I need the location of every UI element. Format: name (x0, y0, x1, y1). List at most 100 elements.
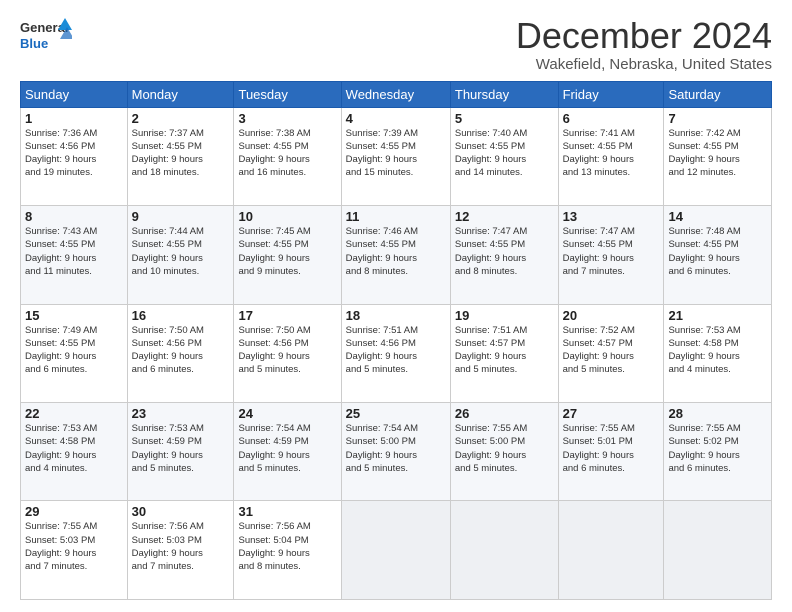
calendar-week-row: 8 Sunrise: 7:43 AMSunset: 4:55 PMDayligh… (21, 206, 772, 304)
logo: General Blue (20, 16, 72, 52)
calendar-week-row: 15 Sunrise: 7:49 AMSunset: 4:55 PMDaylig… (21, 304, 772, 402)
day-info: Sunrise: 7:38 AMSunset: 4:55 PMDaylight:… (238, 128, 310, 179)
day-info: Sunrise: 7:44 AMSunset: 4:55 PMDaylight:… (132, 226, 204, 277)
day-info: Sunrise: 7:36 AMSunset: 4:56 PMDaylight:… (25, 128, 97, 179)
day-info: Sunrise: 7:39 AMSunset: 4:55 PMDaylight:… (346, 128, 418, 179)
day-number: 24 (238, 406, 336, 421)
calendar-cell: 17 Sunrise: 7:50 AMSunset: 4:56 PMDaylig… (234, 304, 341, 402)
calendar-week-row: 22 Sunrise: 7:53 AMSunset: 4:58 PMDaylig… (21, 403, 772, 501)
day-number: 23 (132, 406, 230, 421)
calendar-cell: 23 Sunrise: 7:53 AMSunset: 4:59 PMDaylig… (127, 403, 234, 501)
day-number: 28 (668, 406, 767, 421)
calendar-cell: 16 Sunrise: 7:50 AMSunset: 4:56 PMDaylig… (127, 304, 234, 402)
calendar-header-day: Saturday (664, 81, 772, 107)
day-number: 12 (455, 209, 554, 224)
day-info: Sunrise: 7:40 AMSunset: 4:55 PMDaylight:… (455, 128, 527, 179)
calendar-body: 1 Sunrise: 7:36 AMSunset: 4:56 PMDayligh… (21, 107, 772, 599)
calendar-cell: 24 Sunrise: 7:54 AMSunset: 4:59 PMDaylig… (234, 403, 341, 501)
calendar-cell: 3 Sunrise: 7:38 AMSunset: 4:55 PMDayligh… (234, 107, 341, 205)
day-info: Sunrise: 7:37 AMSunset: 4:55 PMDaylight:… (132, 128, 204, 179)
calendar-cell (341, 501, 450, 600)
main-title: December 2024 (516, 16, 772, 56)
day-info: Sunrise: 7:53 AMSunset: 4:58 PMDaylight:… (25, 423, 97, 474)
day-number: 14 (668, 209, 767, 224)
calendar-cell: 20 Sunrise: 7:52 AMSunset: 4:57 PMDaylig… (558, 304, 664, 402)
day-number: 13 (563, 209, 660, 224)
calendar-cell: 9 Sunrise: 7:44 AMSunset: 4:55 PMDayligh… (127, 206, 234, 304)
day-info: Sunrise: 7:55 AMSunset: 5:00 PMDaylight:… (455, 423, 527, 474)
calendar-table: SundayMondayTuesdayWednesdayThursdayFrid… (20, 81, 772, 600)
day-number: 25 (346, 406, 446, 421)
calendar-cell: 15 Sunrise: 7:49 AMSunset: 4:55 PMDaylig… (21, 304, 128, 402)
calendar-cell: 31 Sunrise: 7:56 AMSunset: 5:04 PMDaylig… (234, 501, 341, 600)
day-info: Sunrise: 7:53 AMSunset: 4:59 PMDaylight:… (132, 423, 204, 474)
day-number: 11 (346, 209, 446, 224)
day-number: 26 (455, 406, 554, 421)
calendar-cell (664, 501, 772, 600)
calendar-cell: 6 Sunrise: 7:41 AMSunset: 4:55 PMDayligh… (558, 107, 664, 205)
day-number: 22 (25, 406, 123, 421)
day-number: 31 (238, 504, 336, 519)
calendar-week-row: 29 Sunrise: 7:55 AMSunset: 5:03 PMDaylig… (21, 501, 772, 600)
day-info: Sunrise: 7:55 AMSunset: 5:01 PMDaylight:… (563, 423, 635, 474)
day-number: 18 (346, 308, 446, 323)
calendar-cell: 26 Sunrise: 7:55 AMSunset: 5:00 PMDaylig… (450, 403, 558, 501)
day-info: Sunrise: 7:55 AMSunset: 5:02 PMDaylight:… (668, 423, 740, 474)
day-number: 1 (25, 111, 123, 126)
day-info: Sunrise: 7:41 AMSunset: 4:55 PMDaylight:… (563, 128, 635, 179)
day-info: Sunrise: 7:54 AMSunset: 5:00 PMDaylight:… (346, 423, 418, 474)
day-number: 20 (563, 308, 660, 323)
day-number: 6 (563, 111, 660, 126)
calendar-cell: 13 Sunrise: 7:47 AMSunset: 4:55 PMDaylig… (558, 206, 664, 304)
day-number: 10 (238, 209, 336, 224)
day-number: 17 (238, 308, 336, 323)
day-number: 7 (668, 111, 767, 126)
calendar-cell: 12 Sunrise: 7:47 AMSunset: 4:55 PMDaylig… (450, 206, 558, 304)
calendar-header-day: Monday (127, 81, 234, 107)
day-info: Sunrise: 7:52 AMSunset: 4:57 PMDaylight:… (563, 325, 635, 376)
calendar-cell: 7 Sunrise: 7:42 AMSunset: 4:55 PMDayligh… (664, 107, 772, 205)
calendar-header-day: Tuesday (234, 81, 341, 107)
day-number: 19 (455, 308, 554, 323)
calendar-week-row: 1 Sunrise: 7:36 AMSunset: 4:56 PMDayligh… (21, 107, 772, 205)
day-info: Sunrise: 7:50 AMSunset: 4:56 PMDaylight:… (238, 325, 310, 376)
day-number: 5 (455, 111, 554, 126)
day-info: Sunrise: 7:53 AMSunset: 4:58 PMDaylight:… (668, 325, 740, 376)
day-info: Sunrise: 7:50 AMSunset: 4:56 PMDaylight:… (132, 325, 204, 376)
day-number: 3 (238, 111, 336, 126)
day-info: Sunrise: 7:48 AMSunset: 4:55 PMDaylight:… (668, 226, 740, 277)
day-info: Sunrise: 7:46 AMSunset: 4:55 PMDaylight:… (346, 226, 418, 277)
day-info: Sunrise: 7:51 AMSunset: 4:56 PMDaylight:… (346, 325, 418, 376)
day-number: 16 (132, 308, 230, 323)
calendar-cell: 19 Sunrise: 7:51 AMSunset: 4:57 PMDaylig… (450, 304, 558, 402)
calendar-header-row: SundayMondayTuesdayWednesdayThursdayFrid… (21, 81, 772, 107)
day-info: Sunrise: 7:54 AMSunset: 4:59 PMDaylight:… (238, 423, 310, 474)
subtitle: Wakefield, Nebraska, United States (516, 56, 772, 73)
day-info: Sunrise: 7:49 AMSunset: 4:55 PMDaylight:… (25, 325, 97, 376)
header: General Blue December 2024 Wakefield, Ne… (20, 16, 772, 73)
calendar-cell: 4 Sunrise: 7:39 AMSunset: 4:55 PMDayligh… (341, 107, 450, 205)
calendar-cell: 21 Sunrise: 7:53 AMSunset: 4:58 PMDaylig… (664, 304, 772, 402)
day-info: Sunrise: 7:56 AMSunset: 5:04 PMDaylight:… (238, 521, 310, 572)
day-info: Sunrise: 7:43 AMSunset: 4:55 PMDaylight:… (25, 226, 97, 277)
calendar-cell: 10 Sunrise: 7:45 AMSunset: 4:55 PMDaylig… (234, 206, 341, 304)
calendar-cell: 30 Sunrise: 7:56 AMSunset: 5:03 PMDaylig… (127, 501, 234, 600)
calendar-cell: 27 Sunrise: 7:55 AMSunset: 5:01 PMDaylig… (558, 403, 664, 501)
logo-svg: General Blue (20, 16, 72, 52)
day-number: 9 (132, 209, 230, 224)
calendar-cell: 1 Sunrise: 7:36 AMSunset: 4:56 PMDayligh… (21, 107, 128, 205)
day-number: 30 (132, 504, 230, 519)
title-block: December 2024 Wakefield, Nebraska, Unite… (516, 16, 772, 73)
day-number: 21 (668, 308, 767, 323)
day-number: 4 (346, 111, 446, 126)
day-info: Sunrise: 7:51 AMSunset: 4:57 PMDaylight:… (455, 325, 527, 376)
calendar-cell: 22 Sunrise: 7:53 AMSunset: 4:58 PMDaylig… (21, 403, 128, 501)
day-number: 27 (563, 406, 660, 421)
day-info: Sunrise: 7:47 AMSunset: 4:55 PMDaylight:… (455, 226, 527, 277)
day-info: Sunrise: 7:42 AMSunset: 4:55 PMDaylight:… (668, 128, 740, 179)
day-info: Sunrise: 7:55 AMSunset: 5:03 PMDaylight:… (25, 521, 97, 572)
page: General Blue December 2024 Wakefield, Ne… (0, 0, 792, 612)
calendar-cell: 2 Sunrise: 7:37 AMSunset: 4:55 PMDayligh… (127, 107, 234, 205)
svg-text:Blue: Blue (20, 36, 48, 51)
day-info: Sunrise: 7:45 AMSunset: 4:55 PMDaylight:… (238, 226, 310, 277)
